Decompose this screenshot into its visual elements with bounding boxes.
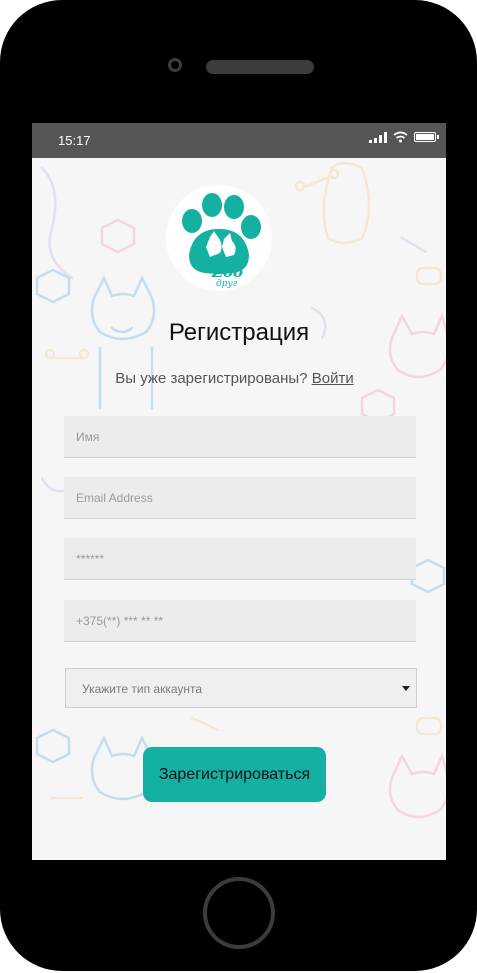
- battery-icon: [414, 132, 439, 142]
- zoo-drug-logo: Zoo друг: [166, 185, 272, 291]
- status-bar: 15:17: [32, 123, 446, 158]
- front-camera: [168, 58, 182, 72]
- earpiece-speaker: [206, 60, 314, 74]
- login-prompt: Вы уже зарегистрированы? Войти: [32, 370, 437, 387]
- phone-input[interactable]: [64, 600, 416, 642]
- email-input[interactable]: [64, 477, 416, 519]
- login-link[interactable]: Войти: [312, 370, 354, 387]
- name-input[interactable]: [64, 416, 416, 458]
- home-button[interactable]: [203, 877, 275, 949]
- status-time: 15:17: [58, 133, 91, 148]
- page-title: Регистрация: [168, 319, 310, 346]
- password-input[interactable]: [64, 538, 416, 580]
- status-icons: [369, 131, 439, 143]
- account-type-select[interactable]: Укажите тип аккаунта: [65, 668, 417, 708]
- signal-icon: [369, 131, 387, 143]
- dropdown-caret-icon: [402, 686, 410, 691]
- phone-frame: 15:17 Zoo друг Регистрация Вы уже зареги…: [0, 0, 477, 971]
- login-prompt-text: Вы уже зарегистрированы?: [115, 370, 308, 387]
- account-type-value: Укажите тип аккаунта: [82, 682, 203, 696]
- register-button[interactable]: Зарегистрироваться: [143, 747, 326, 802]
- app-screen: 15:17 Zoo друг Регистрация Вы уже зареги…: [32, 123, 446, 860]
- wifi-icon: [393, 131, 408, 143]
- logo-subword: друг: [216, 279, 238, 289]
